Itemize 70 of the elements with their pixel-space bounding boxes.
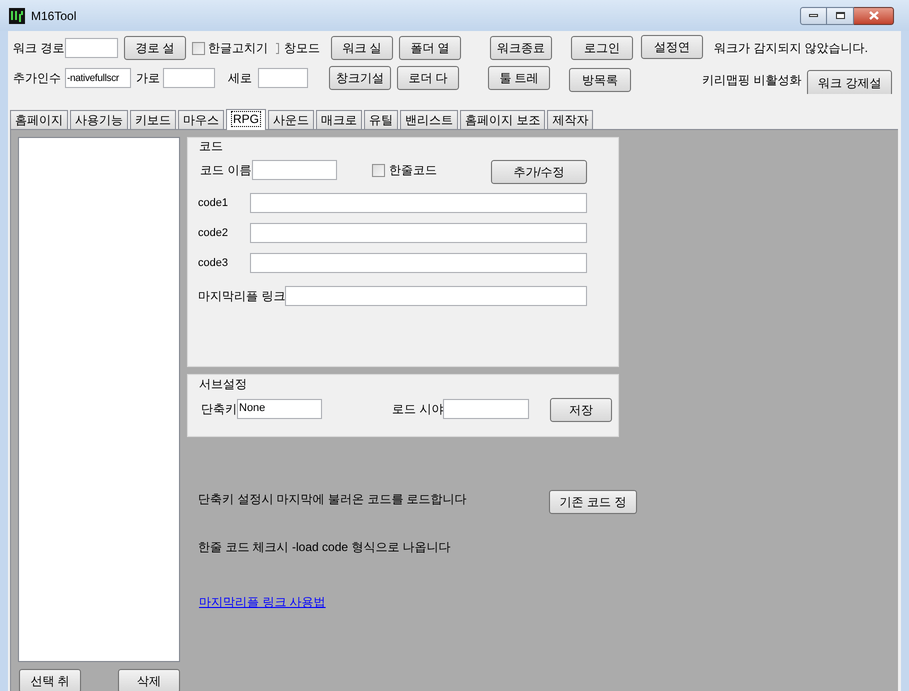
tab[interactable]: 제작자 xyxy=(547,110,594,129)
tab[interactable]: 홈페이지 보조 xyxy=(460,110,546,129)
toolbar-button[interactable]: 툴 트레 xyxy=(488,66,550,90)
args-field[interactable]: -nativefullscr xyxy=(65,68,131,88)
path-set-button[interactable]: 경로 설 xyxy=(124,36,186,60)
code-field[interactable] xyxy=(250,193,587,213)
save-button[interactable]: 저장 xyxy=(550,398,612,422)
code-label: code1 xyxy=(198,196,229,211)
checkbox[interactable] xyxy=(372,164,385,176)
close-button[interactable] xyxy=(854,6,894,24)
toolbar-button[interactable]: 로더 다 xyxy=(397,66,459,90)
status-text: 워크가 감지되지 않았습니다. xyxy=(714,40,868,57)
minimize-icon xyxy=(809,14,818,17)
hangul-fix-label: 한글고치기 xyxy=(208,40,269,57)
hotkey-field[interactable]: None xyxy=(237,398,322,418)
toolbar-button[interactable]: 로그인 xyxy=(571,36,633,60)
help-link[interactable]: 마지막리플 링크 사용법 xyxy=(199,593,326,611)
height-label: 세로 xyxy=(228,70,253,87)
list-button[interactable]: 삭제 xyxy=(118,669,180,691)
hotkey-label: 단축키 xyxy=(201,400,237,418)
keymap-status: 키리맵핑 비활성화 xyxy=(702,72,802,89)
toolbar-button[interactable]: 설정연 xyxy=(641,34,703,58)
tab[interactable]: 키보드 xyxy=(130,110,176,129)
width-field[interactable] xyxy=(163,68,215,88)
toolbar-button[interactable]: 워크 실 xyxy=(331,36,393,60)
code-label: code3 xyxy=(198,256,229,271)
code-field[interactable] xyxy=(250,223,587,243)
maximize-button[interactable] xyxy=(827,6,854,24)
window-title: M16Tool xyxy=(31,8,76,24)
one-line-note: 한줄 코드 체크시 -load code 형식으로 나옵니다 xyxy=(198,539,451,556)
tab[interactable]: 매크로 xyxy=(316,110,362,129)
maximize-icon xyxy=(836,12,844,19)
minimize-button[interactable] xyxy=(800,6,827,24)
close-icon xyxy=(868,11,878,20)
code-label: code2 xyxy=(198,226,229,241)
hotkey-note: 단축키 설정시 마지막에 불러온 코드를 로드합니다 xyxy=(198,491,468,508)
force-set-button[interactable]: 워크 강제설 xyxy=(807,70,892,94)
window-mode-label: 창모드 xyxy=(284,40,321,57)
list-button[interactable]: 선택 취 xyxy=(19,669,81,691)
tab[interactable]: 마우스 xyxy=(178,110,224,129)
checkbox[interactable] xyxy=(192,42,205,54)
toolbar-button[interactable]: 방목록 xyxy=(569,68,631,92)
group-title: 서브설정 xyxy=(198,376,248,393)
add-edit-button[interactable]: 추가/수정 xyxy=(491,160,587,184)
args-label: 추가인수 xyxy=(13,70,62,87)
tab[interactable]: RPG xyxy=(226,109,266,130)
path-label: 워크 경로 xyxy=(13,40,65,57)
group-title: 코드 xyxy=(198,138,224,155)
load-view-label: 로드 시야 xyxy=(392,400,443,418)
code-field[interactable] xyxy=(250,253,587,273)
replay-link-label: 마지막리플 링크 xyxy=(198,288,285,305)
code-name-field[interactable] xyxy=(252,160,337,180)
window-mode-checkbox[interactable] xyxy=(276,42,279,54)
toolbar-button[interactable]: 워크종료 xyxy=(490,36,552,60)
app-logo-icon xyxy=(9,8,25,24)
code-name-label: 코드 이름 xyxy=(200,162,252,179)
width-label: 가로 xyxy=(136,70,161,87)
path-field[interactable] xyxy=(65,38,118,58)
restore-code-button[interactable]: 기존 코드 정 xyxy=(549,490,637,514)
tab[interactable]: 유틸 xyxy=(364,110,398,129)
height-field[interactable] xyxy=(258,68,308,88)
tab[interactable]: 사용기능 xyxy=(70,110,128,129)
one-line-label: 한줄코드 xyxy=(389,162,438,179)
toolbar-button[interactable]: 폴더 열 xyxy=(399,36,461,60)
toolbar-button[interactable]: 창크기설 xyxy=(329,66,391,90)
replay-link-field[interactable] xyxy=(285,286,587,306)
tab[interactable]: 밴리스트 xyxy=(400,110,458,129)
tab[interactable]: 홈페이지 xyxy=(10,110,68,129)
tab[interactable]: 사운드 xyxy=(268,110,314,129)
load-view-field[interactable] xyxy=(443,398,529,418)
